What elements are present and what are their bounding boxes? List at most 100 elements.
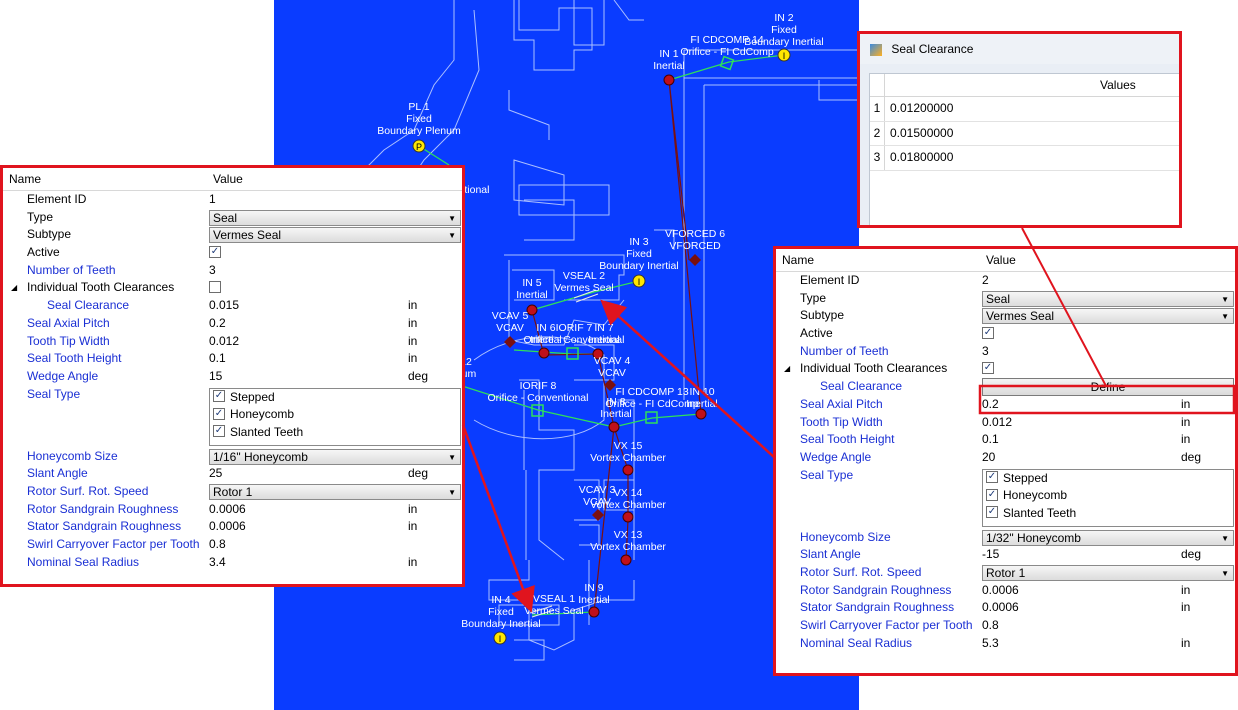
property-row[interactable]: Seal Tooth Height 0.1 in [3, 350, 462, 368]
left-property-grid[interactable]: Name Value Element ID 1 Type Seal ▼ Subtype Ve… [0, 165, 465, 587]
seal-type-checklist[interactable]: ✓ Stepped ✓ Honeycomb ✓ Slanted Teeth [209, 387, 461, 446]
right-property-grid[interactable]: Name Value Element ID 2 Type Seal ▼ Subtype Ve… [773, 246, 1238, 676]
property-value[interactable]: 0.012 [209, 333, 239, 351]
property-unit: deg [1181, 547, 1202, 562]
define-clearance-button[interactable]: Define [982, 378, 1234, 397]
clearance-values-table[interactable]: Values 1 0.01200000 2 0.01500000 3 0.01800000 [869, 73, 1179, 225]
property-row[interactable]: Seal Axial Pitch 0.2 in [3, 315, 462, 333]
type-dropdown[interactable]: Seal ▼ [209, 209, 461, 226]
property-value[interactable]: 0.0006 [982, 582, 1019, 600]
property-row[interactable]: Seal Type ✓ Stepped ✓ Honeycomb ✓ Slanted Teet… [776, 467, 1235, 529]
table-row[interactable]: 3 0.01800000 [870, 146, 1179, 171]
property-row[interactable]: Rotor Sandgrain Roughness 0.0006 in [3, 501, 462, 519]
property-row[interactable]: Rotor Surf. Rot. Speed Rotor 1 ▼ [3, 483, 462, 501]
property-row[interactable]: Swirl Carryover Factor per Tooth 0.8 [776, 617, 1235, 635]
property-row[interactable]: Tooth Tip Width 0.012 in [776, 414, 1235, 432]
property-row[interactable]: Type Seal ▼ [3, 209, 462, 227]
property-row[interactable]: Active ✓ [776, 325, 1235, 343]
property-value[interactable]: 3.4 [209, 554, 226, 572]
honeycomb-size-dropdown[interactable]: 1/16" Honeycomb ▼ [209, 448, 461, 465]
property-row[interactable]: Seal Axial Pitch 0.2 in [776, 396, 1235, 414]
property-row[interactable]: Element ID 2 [776, 272, 1235, 290]
property-value[interactable]: 0.0006 [982, 599, 1019, 617]
subtype-dropdown[interactable]: Vermes Seal ▼ [982, 308, 1234, 325]
subtype-dropdown[interactable]: Vermes Seal ▼ [209, 227, 461, 244]
table-row[interactable]: 2 0.01500000 [870, 121, 1179, 146]
clearance-value-cell[interactable]: 0.01200000 [890, 97, 953, 121]
seal-type-option[interactable]: ✓ Stepped [983, 470, 1233, 488]
property-value[interactable]: 0.0006 [209, 518, 246, 536]
property-value[interactable]: 0.012 [982, 414, 1012, 432]
rotor-surf-rot-speed-dropdown[interactable]: Rotor 1 ▼ [209, 483, 461, 500]
property-value[interactable]: 15 [209, 368, 222, 386]
property-row[interactable]: Nominal Seal Radius 5.3 in [776, 635, 1235, 653]
property-row[interactable]: Slant Angle 25 deg [3, 465, 462, 483]
property-value[interactable]: 0.1 [982, 431, 999, 449]
property-value[interactable]: 1 [209, 191, 216, 209]
property-value[interactable]: 0.1 [209, 350, 226, 368]
individual-clearances-checkbox[interactable]: ✓ [982, 360, 994, 378]
property-value[interactable]: 25 [209, 465, 222, 483]
type-dropdown[interactable]: Seal ▼ [982, 290, 1234, 307]
expand-triangle-icon[interactable]: ◢ [11, 279, 17, 297]
property-row[interactable]: Rotor Surf. Rot. Speed Rotor 1 ▼ [776, 564, 1235, 582]
property-row[interactable]: Rotor Sandgrain Roughness 0.0006 in [776, 582, 1235, 600]
honeycomb-size-dropdown[interactable]: 1/32" Honeycomb ▼ [982, 529, 1234, 546]
expand-triangle-icon[interactable]: ◢ [784, 360, 790, 378]
property-row[interactable]: Stator Sandgrain Roughness 0.0006 in [776, 599, 1235, 617]
seal-type-option[interactable]: ✓ Stepped [210, 389, 460, 407]
seal-clearance-window[interactable]: Seal Clearance Values 1 0.01200000 2 0.0150… [857, 31, 1182, 228]
property-row[interactable]: Honeycomb Size 1/16" Honeycomb ▼ [3, 448, 462, 466]
clearance-value-cell[interactable]: 0.01500000 [890, 122, 953, 146]
property-row[interactable]: Nominal Seal Radius 3.4 in [3, 554, 462, 572]
property-value[interactable]: 3 [982, 343, 989, 361]
property-unit: in [1181, 635, 1191, 650]
table-row[interactable]: 1 0.01200000 [870, 97, 1179, 122]
property-value[interactable]: 0.8 [982, 617, 999, 635]
property-value[interactable]: 0.2 [209, 315, 226, 333]
property-row[interactable]: Swirl Carryover Factor per Tooth 0.8 [3, 536, 462, 554]
property-value[interactable]: 0.0006 [209, 501, 246, 519]
property-row[interactable]: Seal Tooth Height 0.1 in [776, 431, 1235, 449]
property-value[interactable]: 0.2 [982, 396, 999, 414]
property-row[interactable]: Slant Angle -15 deg [776, 546, 1235, 564]
property-row[interactable]: Seal Clearance 0.015 in [3, 297, 462, 315]
window-titlebar[interactable]: Seal Clearance [860, 34, 1179, 64]
seal-type-checklist[interactable]: ✓ Stepped ✓ Honeycomb ✓ Slanted Teeth [982, 468, 1234, 527]
clearance-value-cell[interactable]: 0.01800000 [890, 146, 953, 170]
property-row[interactable]: Individual Tooth Clearances ◢ ✓ [776, 360, 1235, 378]
property-row[interactable]: Type Seal ▼ [776, 290, 1235, 308]
seal-type-option[interactable]: ✓ Honeycomb [983, 487, 1233, 505]
rotor-surf-rot-speed-dropdown[interactable]: Rotor 1 ▼ [982, 564, 1234, 581]
property-row[interactable]: Subtype Vermes Seal ▼ [3, 226, 462, 244]
property-row[interactable]: Active ✓ [3, 244, 462, 262]
property-value[interactable]: -15 [982, 546, 999, 564]
name-column-header: Name [782, 253, 815, 267]
property-row[interactable]: Individual Tooth Clearances ◢ [3, 279, 462, 297]
property-value[interactable]: 0.015 [209, 297, 239, 315]
property-row[interactable]: Wedge Angle 20 deg [776, 449, 1235, 467]
property-value[interactable]: 5.3 [982, 635, 999, 653]
active-checkbox[interactable]: ✓ [982, 325, 994, 343]
property-row[interactable]: Wedge Angle 15 deg [3, 368, 462, 386]
property-row[interactable]: Element ID 1 [3, 191, 462, 209]
property-row[interactable]: Tooth Tip Width 0.012 in [3, 333, 462, 351]
individual-clearances-checkbox[interactable] [209, 279, 221, 297]
property-row[interactable]: Number of Teeth 3 [3, 262, 462, 280]
property-row[interactable]: Honeycomb Size 1/32" Honeycomb ▼ [776, 529, 1235, 547]
property-row[interactable]: Subtype Vermes Seal ▼ [776, 307, 1235, 325]
property-value[interactable]: 20 [982, 449, 995, 467]
property-name: Number of Teeth [800, 343, 889, 358]
property-row[interactable]: Seal Clearance Define [776, 378, 1235, 397]
seal-type-option[interactable]: ✓ Slanted Teeth [210, 424, 460, 442]
property-value[interactable]: 3 [209, 262, 216, 280]
property-value[interactable]: 2 [982, 272, 989, 290]
property-row[interactable]: Seal Type ✓ Stepped ✓ Honeycomb ✓ Slanted Teet… [3, 386, 462, 448]
property-row[interactable]: Number of Teeth 3 [776, 343, 1235, 361]
property-row[interactable]: Stator Sandgrain Roughness 0.0006 in [3, 518, 462, 536]
property-value[interactable]: 0.8 [209, 536, 226, 554]
boundary-markers[interactable]: I P I I [412, 48, 791, 645]
seal-type-option[interactable]: ✓ Slanted Teeth [983, 505, 1233, 523]
seal-type-option[interactable]: ✓ Honeycomb [210, 406, 460, 424]
active-checkbox[interactable]: ✓ [209, 244, 221, 262]
